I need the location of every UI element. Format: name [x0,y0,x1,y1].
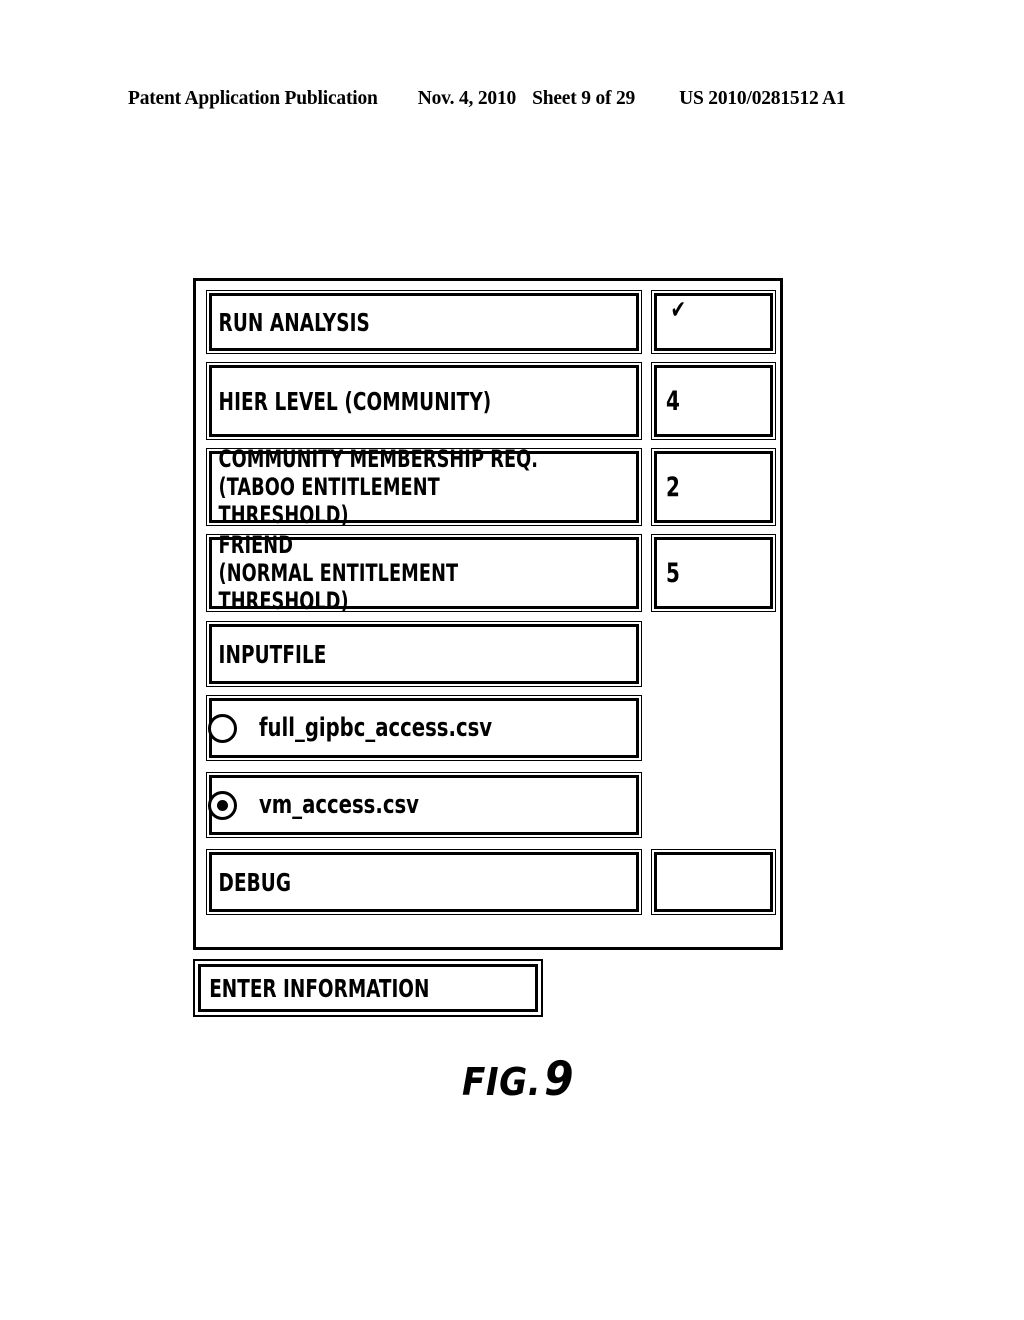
header-date-label: Nov. 4, 2010 [417,88,517,109]
radio-button-selected-icon[interactable] [208,790,237,820]
row-community-membership-value-box[interactable]: 2 [651,448,776,526]
row-hier-level-value-box[interactable]: 4 [651,362,776,440]
row-debug-label: DEBUG [218,867,292,897]
row-community-membership-label-box: COMMUNITY MEMBERSHIP REQ. (TABOO ENTITLE… [206,445,642,529]
header-sheet-label: Sheet 9 of 29 [532,88,636,109]
row-run-analysis-value-box[interactable]: ✔ [651,290,776,354]
row-run-analysis-label: RUN ANALYSIS [218,307,370,337]
row-debug-label-box: DEBUG [206,849,642,915]
row-run-analysis-label-box: RUN ANALYSIS [206,290,642,354]
inputfile-option-vm-access[interactable]: vm_access.csv [206,772,642,838]
row-community-membership-value: 2 [666,471,680,503]
row-hier-level-value: 4 [666,385,680,417]
row-inputfile-label-box: INPUTFILE [206,621,642,687]
row-community-membership-label: COMMUNITY MEMBERSHIP REQ. (TABOO ENTITLE… [218,444,539,530]
row-friend-value: 5 [666,557,680,589]
figure-caption-prefix: FIG. [462,1060,542,1104]
row-friend-value-box[interactable]: 5 [651,534,776,612]
parameter-entry-panel: RUN ANALYSIS ✔ HIER LEVEL (COMMUNITY) 4 … [193,278,783,950]
inputfile-option-full-gipbc-access[interactable]: full_gipbc_access.csv [206,695,642,761]
inputfile-option-label: vm_access.csv [259,790,419,820]
enter-information-label: ENTER INFORMATION [209,973,430,1003]
row-friend-label-box: FRIEND (NORMAL ENTITLEMENT THRESHOLD) [206,531,642,615]
header-publication-label: Patent Application Publication [128,88,378,109]
row-hier-level-label: HIER LEVEL (COMMUNITY) [218,386,492,416]
enter-information-button[interactable]: ENTER INFORMATION [193,959,543,1017]
row-inputfile-label: INPUTFILE [218,639,327,669]
row-hier-level-label-box: HIER LEVEL (COMMUNITY) [206,362,642,440]
header-document-number: US 2010/0281512 A1 [679,88,846,109]
row-debug-value-box[interactable] [651,849,776,915]
inputfile-option-label: full_gipbc_access.csv [259,713,493,743]
checkmark-icon: ✔ [670,295,687,324]
figure-caption: FIG.9 [462,1052,574,1107]
patent-header: Patent Application Publication Nov. 4, 2… [128,88,896,114]
row-friend-label: FRIEND (NORMAL ENTITLEMENT THRESHOLD) [218,530,459,616]
figure-caption-number: 9 [544,1052,575,1107]
radio-button-unselected-icon[interactable] [208,713,237,743]
